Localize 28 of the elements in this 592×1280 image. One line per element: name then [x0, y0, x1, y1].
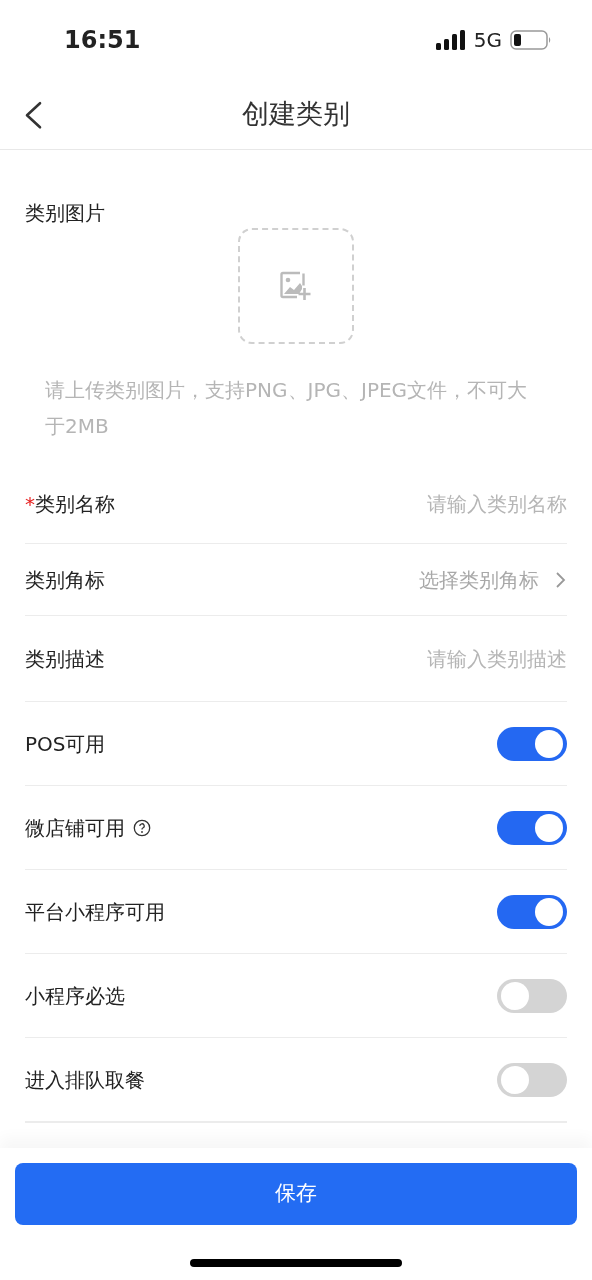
- save-button[interactable]: 保存: [15, 1163, 577, 1225]
- toggle-switch[interactable]: [497, 810, 567, 845]
- toggle-switch[interactable]: [497, 978, 567, 1013]
- battery-icon: [510, 30, 552, 50]
- network-label: 5G: [473, 27, 502, 54]
- text-input[interactable]: 请输入类别名称: [347, 488, 567, 519]
- toggle-switch[interactable]: [497, 894, 567, 929]
- field-label: 类别描述: [25, 645, 105, 673]
- field-label: 类别图片: [25, 200, 106, 227]
- field-label: 进入排队取餐: [25, 1066, 145, 1094]
- add-image-icon: [280, 271, 312, 301]
- upload-hint: 请上传类别图片，支持PNG、JPG、JPEG文件，不可大于2MB: [45, 377, 529, 440]
- clock-time: 16:51: [64, 25, 141, 56]
- field-label: POS可用: [25, 730, 106, 758]
- text-input[interactable]: 请输入类别描述: [347, 643, 567, 674]
- toggle-switch[interactable]: [497, 1062, 567, 1097]
- select-field[interactable]: 选择类别角标: [419, 564, 567, 595]
- chevron-right-icon: [555, 570, 567, 589]
- field-label: 平台小程序可用: [25, 898, 165, 926]
- field-label: 类别角标: [25, 566, 105, 594]
- help-icon[interactable]: [133, 818, 151, 837]
- field-label: 小程序必选: [25, 982, 125, 1010]
- page-title: 创建类别: [242, 97, 350, 132]
- signal-icon: [435, 30, 466, 50]
- required-marker: *: [25, 490, 35, 518]
- toggle-switch[interactable]: [497, 726, 567, 761]
- field-label: 类别名称: [35, 490, 115, 518]
- field-label: 微店铺可用: [25, 814, 125, 842]
